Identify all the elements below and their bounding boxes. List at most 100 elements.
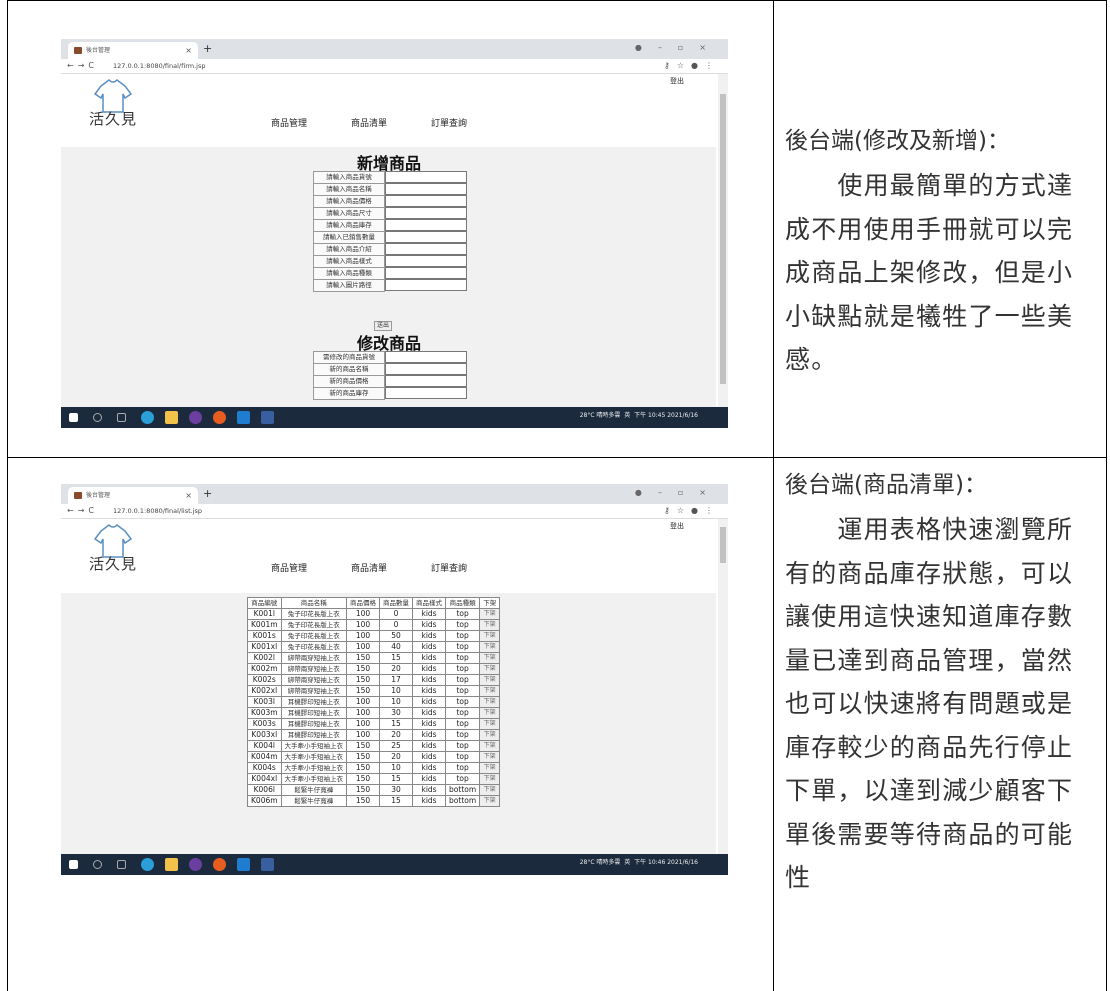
delist-button[interactable]: 下架	[479, 784, 501, 796]
table-cell: 耳機膠印短袖上衣	[280, 696, 348, 708]
add-field-input[interactable]	[385, 207, 467, 219]
task-view-icon[interactable]	[117, 413, 126, 422]
table-cell: 兔子印花長版上衣	[280, 608, 348, 620]
navigation-icons[interactable]: ←→C	[67, 61, 98, 70]
windows-start-icon[interactable]	[69, 860, 78, 869]
edit-field-input[interactable]	[385, 375, 467, 387]
table-cell: kids	[412, 762, 447, 774]
delist-button[interactable]: 下架	[479, 685, 501, 697]
scrollbar[interactable]	[718, 74, 728, 407]
delist-button[interactable]: 下架	[479, 674, 501, 686]
chrome-icon[interactable]	[213, 858, 226, 871]
product-table: 商品編號 商品名稱 商品價格 商品數量 商品樣式 商品種類 下架 K001l 兔子印花長版上衣…	[247, 597, 501, 807]
table-cell: 綁帶兩穿短袖上衣	[280, 663, 348, 675]
menu-product-list[interactable]: 商品清單	[351, 116, 387, 129]
close-tab-icon[interactable]: ×	[185, 42, 192, 59]
edit-field-input[interactable]	[385, 387, 467, 399]
scrollbar[interactable]	[718, 519, 728, 854]
table-cell: K004s	[247, 762, 282, 774]
delist-button[interactable]: 下架	[479, 652, 501, 664]
logout-link[interactable]: 登出	[670, 521, 684, 531]
table-row: K002l 綁帶兩穿短袖上衣 150 15 kids top 下架	[247, 652, 501, 664]
window-controls[interactable]: ●–▫×	[635, 488, 722, 497]
menu-product-management[interactable]: 商品管理	[271, 116, 307, 129]
table-cell: 100	[346, 630, 381, 642]
table-row: K003l 耳機膠印短袖上衣 100 10 kids top 下架	[247, 696, 501, 708]
table-border-right	[1106, 0, 1107, 991]
app-icon[interactable]	[189, 858, 202, 871]
add-field-input[interactable]	[385, 195, 467, 207]
delist-button[interactable]: 下架	[479, 762, 501, 774]
delist-button[interactable]: 下架	[479, 751, 501, 763]
delist-button[interactable]: 下架	[479, 707, 501, 719]
search-icon[interactable]	[93, 413, 102, 422]
add-field-input[interactable]	[385, 231, 467, 243]
add-field-input[interactable]	[385, 183, 467, 195]
delist-button[interactable]: 下架	[479, 740, 501, 752]
logo-text: 活久見	[89, 110, 138, 128]
table-row: K003s 耳機膠印短袖上衣 100 15 kids top 下架	[247, 718, 501, 730]
menu-order-query[interactable]: 訂單查詢	[431, 116, 467, 129]
app-icon[interactable]	[261, 858, 274, 871]
ime-indicator[interactable]: 英	[624, 412, 630, 419]
table-cell: top	[445, 630, 481, 642]
delist-button[interactable]: 下架	[479, 663, 501, 675]
edit-field-input[interactable]	[385, 351, 467, 363]
delist-button[interactable]: 下架	[479, 718, 501, 730]
table-cell: K006l	[247, 784, 282, 796]
vscode-icon[interactable]	[237, 858, 250, 871]
table-cell: K001m	[247, 619, 282, 631]
add-field-input[interactable]	[385, 279, 467, 291]
file-explorer-icon[interactable]	[165, 858, 178, 871]
logout-link[interactable]: 登出	[670, 76, 684, 86]
add-field-input[interactable]	[385, 243, 467, 255]
edge-icon[interactable]	[141, 411, 154, 424]
new-tab-icon[interactable]: +	[203, 487, 212, 501]
vscode-icon[interactable]	[237, 411, 250, 424]
toolbar-icons[interactable]: ⚷☆●⋮	[664, 506, 720, 515]
table-cell: K006m	[247, 795, 282, 807]
table-cell: 兔子印花長版上衣	[280, 619, 348, 631]
delist-button[interactable]: 下架	[479, 696, 501, 708]
chrome-icon[interactable]	[213, 411, 226, 424]
url-field[interactable]: 127.0.0.1:8080/final/list.jsp	[113, 507, 202, 515]
add-field-input[interactable]	[385, 255, 467, 267]
new-tab-icon[interactable]: +	[203, 42, 212, 56]
delist-button[interactable]: 下架	[479, 729, 501, 741]
navigation-icons[interactable]: ←→C	[67, 506, 98, 515]
task-view-icon[interactable]	[117, 860, 126, 869]
edit-field-input[interactable]	[385, 363, 467, 375]
browser-tab[interactable]: 後台管理 ×	[68, 42, 198, 59]
file-explorer-icon[interactable]	[165, 411, 178, 424]
app-icon[interactable]	[261, 411, 274, 424]
delist-button[interactable]: 下架	[479, 641, 501, 653]
menu-product-list[interactable]: 商品清單	[351, 561, 387, 574]
delist-button[interactable]: 下架	[479, 630, 501, 642]
table-cell: top	[445, 751, 481, 763]
windows-start-icon[interactable]	[69, 413, 78, 422]
toolbar-icons[interactable]: ⚷☆●⋮	[664, 61, 720, 70]
close-tab-icon[interactable]: ×	[185, 487, 192, 504]
add-field-input[interactable]	[385, 219, 467, 231]
edge-icon[interactable]	[141, 858, 154, 871]
add-field-input[interactable]	[385, 171, 467, 183]
table-cell: 大手牽小手短袖上衣	[280, 762, 348, 774]
delist-button[interactable]: 下架	[479, 773, 501, 785]
menu-product-management[interactable]: 商品管理	[271, 561, 307, 574]
delist-button[interactable]: 下架	[479, 795, 501, 807]
table-cell: top	[445, 619, 481, 631]
table-cell: 綁帶兩穿短袖上衣	[280, 652, 348, 664]
search-icon[interactable]	[93, 860, 102, 869]
delist-button[interactable]: 下架	[479, 619, 501, 631]
web-page: 活久見 登出 商品管理 商品清單 訂單查詢 新增商品 請輸入商品貨號 請輸入商品名…	[61, 74, 728, 417]
browser-tab[interactable]: 後台管理 ×	[68, 487, 198, 504]
url-field[interactable]: 127.0.0.1:8080/final/firm.jsp	[113, 62, 206, 70]
table-cell: bottom	[445, 784, 481, 796]
add-field-input[interactable]	[385, 267, 467, 279]
menu-order-query[interactable]: 訂單查詢	[431, 561, 467, 574]
section-title: 後台端(修改及新增)：	[785, 128, 1010, 154]
app-icon[interactable]	[189, 411, 202, 424]
window-controls[interactable]: ●–▫×	[635, 43, 722, 52]
ime-indicator[interactable]: 英	[624, 859, 630, 866]
delist-button[interactable]: 下架	[479, 608, 501, 620]
